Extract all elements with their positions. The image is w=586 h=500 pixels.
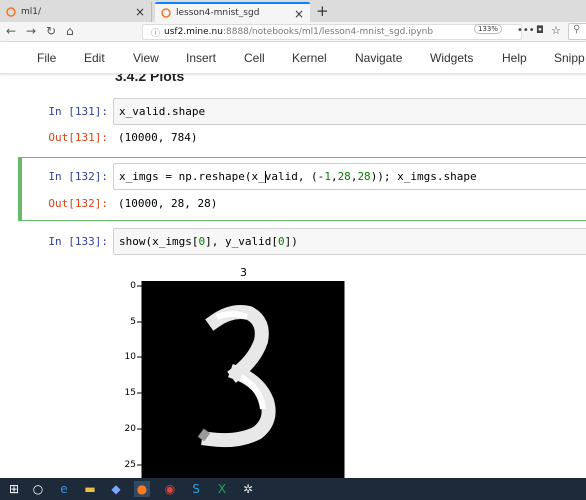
- pocket-icon[interactable]: ◘: [536, 25, 544, 36]
- ytick-label: 15: [124, 388, 136, 398]
- new-tab-icon[interactable]: +: [316, 2, 329, 20]
- code-token: ]): [284, 235, 298, 248]
- jupyter-tab-icon: [6, 7, 16, 17]
- code-token: ,: [330, 170, 338, 183]
- firefox-icon[interactable]: ●: [134, 481, 150, 497]
- excel-icon[interactable]: X: [214, 481, 230, 497]
- menu-navigate[interactable]: Navigate: [355, 51, 402, 65]
- settings-icon[interactable]: ✲: [240, 481, 256, 497]
- output-text: (10000, 28, 28): [118, 197, 218, 210]
- input-prompt: In [132]:: [48, 170, 108, 183]
- code-token: valid, (-: [264, 170, 325, 183]
- tab-label: lesson4-mnist_sgd: [176, 8, 260, 18]
- url-host: usf2.mine.nu: [164, 27, 223, 37]
- app-icon[interactable]: ◆: [108, 481, 124, 497]
- menu-edit[interactable]: Edit: [84, 51, 105, 65]
- code-input[interactable]: x_imgs = np.reshape(x_valid, (-1,28,28))…: [113, 163, 586, 190]
- bookmark-star-icon[interactable]: ☆: [551, 24, 561, 37]
- code-number: 0: [277, 235, 285, 248]
- ytick-label: 20: [124, 424, 136, 434]
- input-prompt: In [133]:: [48, 235, 108, 248]
- menu-help[interactable]: Help: [502, 51, 527, 65]
- file-explorer-icon[interactable]: ▬: [82, 481, 98, 497]
- code-token: show(x_imgs[: [119, 235, 199, 248]
- code-token: )); x_imgs.shape: [370, 170, 477, 183]
- figure-title: 3: [240, 266, 247, 279]
- back-icon[interactable]: ←: [6, 24, 16, 38]
- menu-kernel[interactable]: Kernel: [292, 51, 327, 65]
- info-icon[interactable]: ⓘ: [151, 26, 160, 39]
- menu-snippets[interactable]: Snipp: [554, 51, 585, 65]
- jupyter-tab-icon: [161, 8, 171, 18]
- search-input[interactable]: ⚲: [568, 23, 586, 40]
- tab-ml1[interactable]: ml1/ ×: [0, 2, 152, 22]
- menu-cell[interactable]: Cell: [244, 51, 265, 65]
- tab-label: ml1/: [21, 7, 42, 17]
- output-text: (10000, 784): [118, 131, 198, 144]
- code-input[interactable]: x_valid.shape: [113, 98, 586, 125]
- ytick-label: 5: [130, 317, 136, 327]
- code-token: ], y_valid[: [205, 235, 278, 248]
- reload-icon[interactable]: ↻: [46, 24, 56, 38]
- code-number: 28: [337, 170, 351, 183]
- section-heading: 3.4.2 Plots: [115, 74, 185, 84]
- windows-start-icon[interactable]: ⊞: [6, 481, 22, 497]
- output-prompt: Out[132]:: [48, 197, 108, 210]
- code-number: 28: [357, 170, 371, 183]
- tab-lesson4[interactable]: lesson4-mnist_sgd ×: [155, 2, 310, 22]
- search-icon: ⚲: [573, 24, 581, 35]
- code-number: 1: [324, 170, 331, 183]
- close-tab-icon[interactable]: ×: [294, 7, 304, 21]
- digit-image-plot: [137, 281, 345, 478]
- taskbar: ⊞ ○ e ▬ ◆ ● ◉ S X ✲: [0, 478, 586, 500]
- menu-insert[interactable]: Insert: [186, 51, 216, 65]
- ytick-label: 25: [124, 460, 136, 470]
- code-input[interactable]: show(x_imgs[0], y_valid[0]): [113, 228, 586, 255]
- tab-strip: ml1/ × lesson4-mnist_sgd × +: [0, 0, 586, 22]
- search-circle-icon[interactable]: ○: [30, 481, 46, 497]
- menu-widgets[interactable]: Widgets: [430, 51, 473, 65]
- ytick-label: 10: [124, 352, 136, 362]
- zoom-indicator[interactable]: 133%: [474, 24, 503, 34]
- menu-view[interactable]: View: [133, 51, 159, 65]
- close-tab-icon[interactable]: ×: [135, 5, 145, 19]
- url-bar[interactable]: ⓘ usf2.mine.nu:8888/notebooks/ml1/lesson…: [142, 24, 522, 40]
- ytick-label: 0: [130, 281, 136, 291]
- url-path: :8888/notebooks/ml1/lesson4-mnist_sgd.ip…: [222, 27, 434, 37]
- home-icon[interactable]: ⌂: [66, 24, 74, 38]
- edge-browser-icon[interactable]: e: [56, 481, 72, 497]
- input-prompt: In [131]:: [48, 105, 108, 118]
- more-actions-icon[interactable]: •••: [517, 25, 535, 36]
- output-prompt: Out[131]:: [48, 131, 108, 144]
- menu-file[interactable]: File: [37, 51, 56, 65]
- forward-icon[interactable]: →: [26, 24, 36, 38]
- skype-icon[interactable]: S: [188, 481, 204, 497]
- jupyter-menu-bar: File Edit View Insert Cell Kernel Naviga…: [0, 42, 586, 74]
- nav-bar: ← → ↻ ⌂ ⓘ usf2.mine.nu:8888/notebooks/ml…: [0, 22, 586, 42]
- code-token: x_imgs = np.reshape(x_: [119, 170, 265, 183]
- chrome-icon[interactable]: ◉: [162, 481, 178, 497]
